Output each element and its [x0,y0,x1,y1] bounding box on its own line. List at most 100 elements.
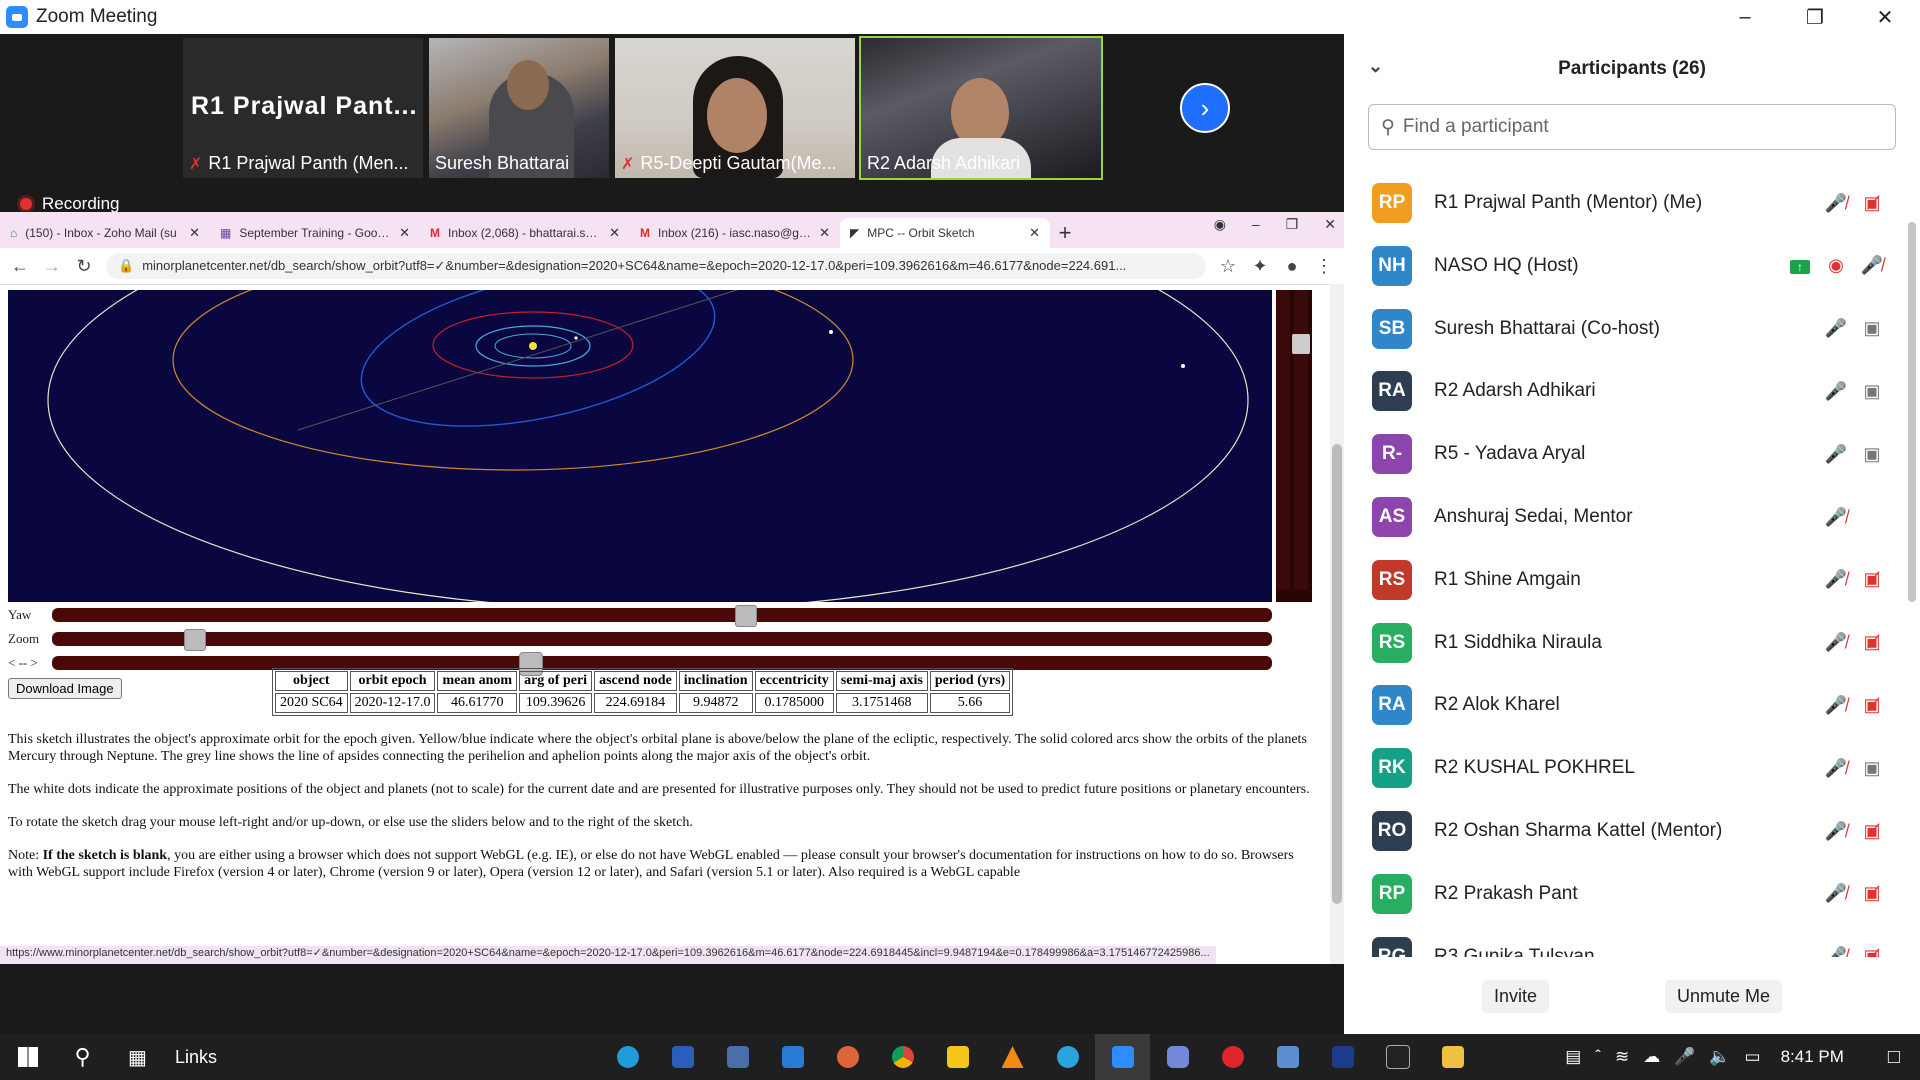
participant-row[interactable]: RS R1 Shine Amgain 🎤̸ ▣̸ [1344,549,1904,611]
invite-button[interactable]: Invite [1481,980,1549,1013]
participant-row[interactable]: RA R2 Adarsh Adhikari 🎤 ▣ [1344,360,1904,422]
participant-row[interactable]: RS R1 Siddhika Niraula 🎤̸ ▣̸ [1344,612,1904,674]
browser-close-button[interactable]: ✕ [1324,216,1336,233]
extensions-puzzle-icon[interactable]: ✦ [1250,256,1270,277]
browser-tab[interactable]: ⌂ (150) - Inbox - Zoho Mail (su ✕ [0,218,210,248]
participant-list-scrollbar[interactable] [1908,172,1916,957]
mic-icon[interactable]: 🎤 [1818,444,1854,465]
mic-icon[interactable]: 🎤 [1818,381,1854,402]
close-tab-icon[interactable]: ✕ [189,225,200,241]
tab-search-icon[interactable]: ◉ [1214,216,1226,233]
search-icon[interactable]: ⚲ [55,1034,110,1080]
yaw-slider-thumb[interactable] [735,605,757,627]
video-icon[interactable]: ▣ [1854,758,1890,779]
mic-muted-icon[interactable]: 🎤̸ [1854,255,1890,276]
participant-row[interactable]: NH NASO HQ (Host) ↑ ◉ 🎤̸ [1344,235,1904,297]
video-tile[interactable]: R1 Prajwal Pant... ✗ R1 Prajwal Panth (Me… [183,38,423,178]
bookmark-star-icon[interactable]: ☆ [1218,256,1238,277]
video-off-icon[interactable]: ▣̸ [1854,946,1890,957]
browser-tab[interactable]: ▦ September Training - Google ✕ [210,218,420,248]
clock-time[interactable]: 8:41 PM [1781,1047,1844,1067]
page-scrollbar[interactable] [1330,284,1344,964]
zoom-slider[interactable] [52,629,1272,651]
telegram-icon[interactable] [1040,1034,1095,1080]
participant-search-input[interactable]: ⚲ Find a participant [1368,104,1896,150]
orbit-sketch-canvas[interactable] [8,290,1272,602]
microphone-icon[interactable]: 🎤 [1674,1047,1695,1067]
active-speaker-tile[interactable]: R2 Adarsh Adhikari [859,36,1103,180]
pitch-slider[interactable] [1276,290,1312,602]
mic-icon[interactable]: 🎤 [1818,318,1854,339]
participant-row[interactable]: RO R2 Oshan Sharma Kattel (Mentor) 🎤̸ ▣̸ [1344,800,1904,862]
video-off-icon[interactable]: ▣̸ [1854,632,1890,653]
page-scrollbar-thumb[interactable] [1332,444,1342,904]
participant-row[interactable]: RP R2 Prakash Pant 🎤̸ ▣̸ [1344,863,1904,925]
vlc-icon[interactable] [985,1034,1040,1080]
terminal-icon[interactable] [1370,1034,1425,1080]
video-tile[interactable]: Suresh Bhattarai [429,38,609,178]
browser-tab[interactable]: M Inbox (216) - iasc.naso@gma ✕ [630,218,840,248]
mic-muted-icon[interactable]: 🎤̸ [1818,632,1854,653]
wifi-icon[interactable]: ≋ [1615,1047,1629,1067]
browser-restore-button[interactable]: ❐ [1286,216,1299,233]
video-icon[interactable]: ▣ [1854,318,1890,339]
mail-icon[interactable] [765,1034,820,1080]
windows-start-icon[interactable] [0,1034,55,1080]
new-tab-plus-icon[interactable]: + [1050,220,1080,246]
links-toolbar-label[interactable]: Links [175,1047,217,1068]
browser-tab[interactable]: M Inbox (2,068) - bhattarai.sure ✕ [420,218,630,248]
video-off-icon[interactable]: ▣̸ [1854,695,1890,716]
mic-muted-icon[interactable]: 🎤̸ [1818,821,1854,842]
download-image-button[interactable]: Download Image [8,678,122,699]
video-icon[interactable]: ▣ [1854,381,1890,402]
mic-muted-icon[interactable]: 🎤̸ [1818,193,1854,214]
video-icon[interactable]: ▣ [1854,444,1890,465]
browser-minimize-button[interactable]: – [1252,216,1260,233]
discord-icon[interactable] [1150,1034,1205,1080]
video-off-icon[interactable]: ▣̸ [1854,193,1890,214]
close-tab-icon[interactable]: ✕ [609,225,620,241]
video-off-icon[interactable]: ▣̸ [1854,569,1890,590]
restore-button[interactable]: ❐ [1780,0,1850,34]
opera-icon[interactable] [1205,1034,1260,1080]
chevron-down-icon[interactable]: ⌄ [1368,56,1383,77]
notifications-icon[interactable]: □ [1888,1046,1900,1069]
volume-icon[interactable]: 🔈 [1709,1047,1730,1067]
participant-row[interactable]: RK R2 KUSHAL POKHREL 🎤̸ ▣ [1344,737,1904,799]
file-explorer-icon[interactable] [1425,1034,1480,1080]
participant-row[interactable]: RP R1 Prajwal Panth (Mentor) (Me) 🎤̸ ▣̸ [1344,172,1904,234]
close-tab-icon[interactable]: ✕ [819,225,830,241]
participant-row[interactable]: R- R5 - Yadava Aryal 🎤 ▣ [1344,423,1904,485]
video-tile[interactable]: ✗ R5-Deepti Gautam(Me... [615,38,855,178]
browser-tab-active[interactable]: ◤ MPC -- Orbit Sketch ✕ [840,218,1050,248]
unmute-me-button[interactable]: Unmute Me [1664,980,1782,1013]
reload-icon[interactable]: ↻ [74,256,94,277]
zoom-icon[interactable] [1095,1034,1150,1080]
battery-icon[interactable]: ▭ [1745,1047,1761,1067]
participant-row[interactable]: RG R3 Gunika Tulsyan 🎤̸ ▣̸ [1344,926,1904,957]
explorer-shortcut-icon[interactable] [710,1034,765,1080]
chevron-up-icon[interactable]: ˆ [1595,1047,1601,1067]
minimize-button[interactable]: – [1710,0,1780,34]
chrome-icon[interactable] [875,1034,930,1080]
back-arrow-icon[interactable]: ← [10,256,30,277]
close-button[interactable]: ✕ [1850,0,1920,34]
pitch-slider-thumb[interactable] [1292,334,1310,354]
mic-muted-icon[interactable]: 🎤̸ [1818,507,1854,528]
participant-row[interactable]: SB Suresh Bhattarai (Co-host) 🎤 ▣ [1344,298,1904,360]
news-icon[interactable]: ▤ [1565,1047,1581,1067]
profile-avatar-icon[interactable]: ● [1282,256,1302,277]
word-icon[interactable] [655,1034,710,1080]
app-icon[interactable] [930,1034,985,1080]
yaw-slider[interactable] [52,605,1272,627]
url-field[interactable]: 🔒 minorplanetcenter.net/db_search/show_o… [106,253,1206,279]
participant-row[interactable]: RA R2 Alok Kharel 🎤̸ ▣̸ [1344,674,1904,736]
video-off-icon[interactable]: ▣̸ [1854,821,1890,842]
close-tab-icon[interactable]: ✕ [1029,225,1040,241]
mic-muted-icon[interactable]: 🎤̸ [1818,569,1854,590]
close-tab-icon[interactable]: ✕ [399,225,410,241]
video-off-icon[interactable]: ▣̸ [1854,883,1890,904]
vscode-icon[interactable] [1315,1034,1370,1080]
zoom-slider-thumb[interactable] [184,629,206,651]
remote-desktop-icon[interactable] [1260,1034,1315,1080]
